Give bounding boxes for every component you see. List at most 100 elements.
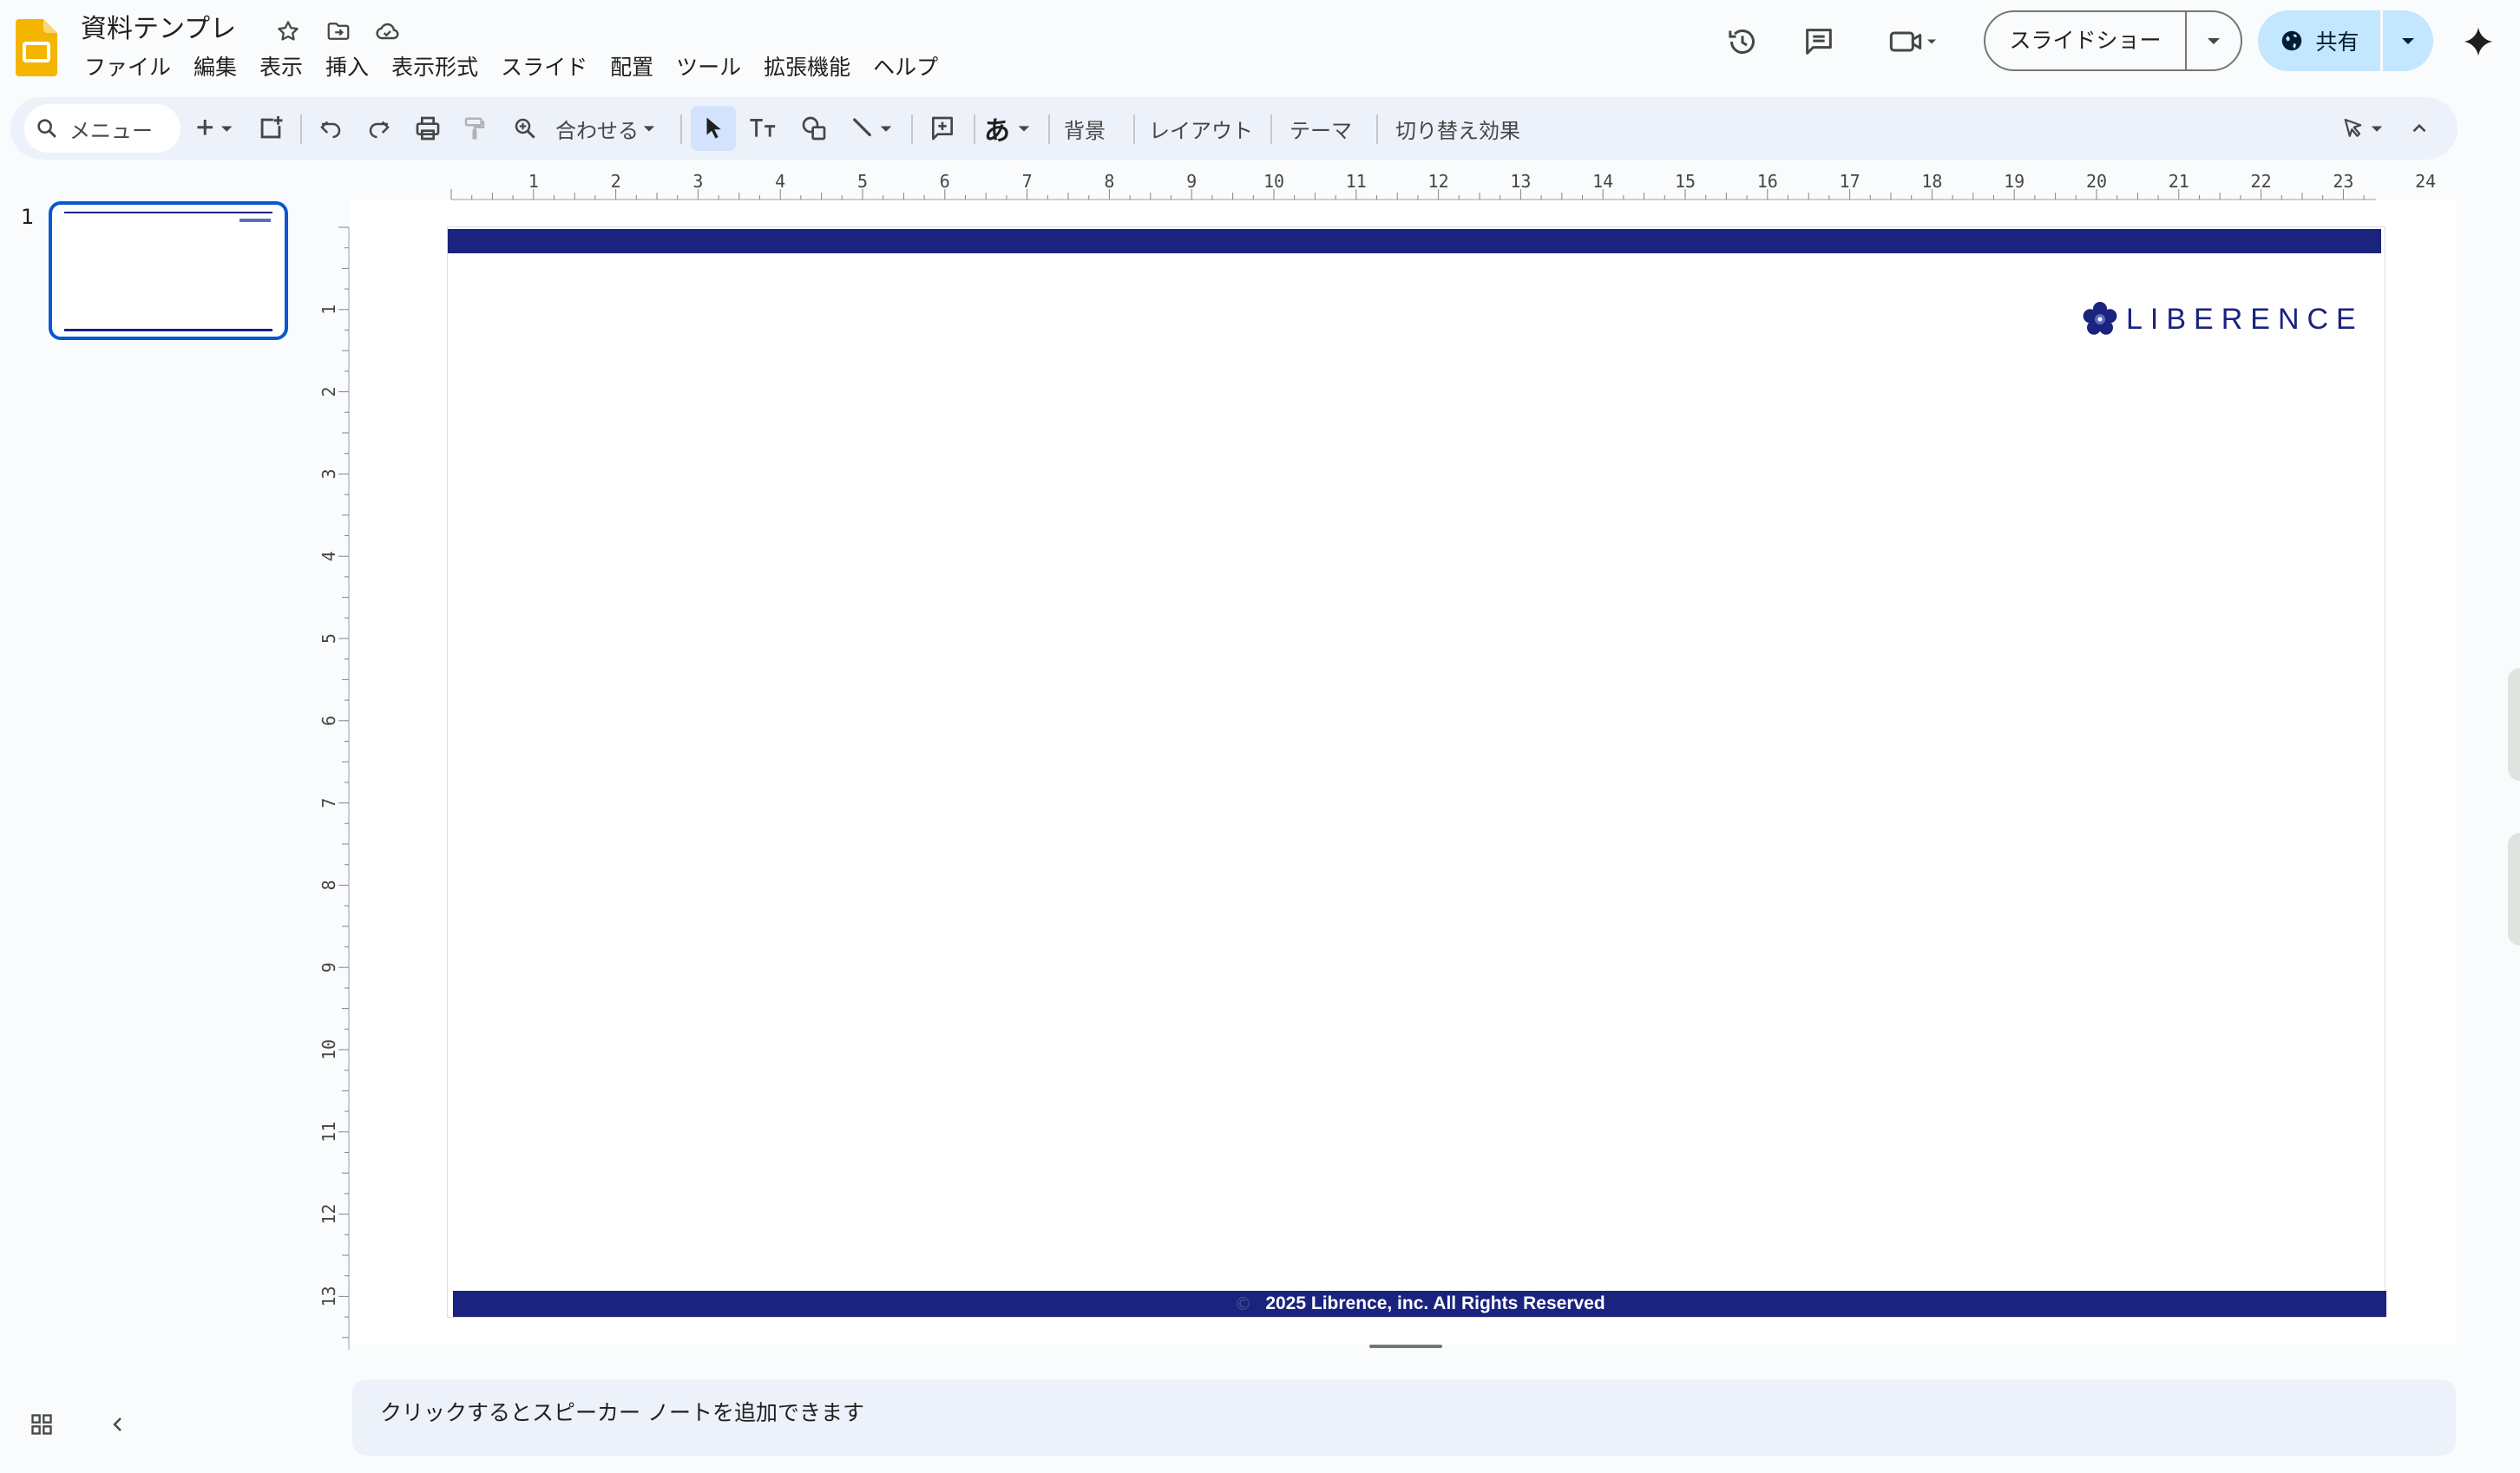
transition-button[interactable]: 切り替え効果 bbox=[1385, 106, 1531, 151]
ruler-label: 8 bbox=[1104, 171, 1114, 192]
ruler-label: 22 bbox=[2251, 171, 2272, 192]
toolbar-divider bbox=[1048, 115, 1050, 144]
slideshow-label[interactable]: スライドショー bbox=[1985, 12, 2185, 69]
slideshow-options-chevron-down-icon[interactable] bbox=[2185, 12, 2241, 69]
folder-move-icon[interactable] bbox=[323, 16, 354, 47]
search-menus-label: メニュー bbox=[69, 118, 153, 143]
ruler-label: 1 bbox=[528, 171, 539, 192]
ruler-label: 20 bbox=[2086, 171, 2107, 192]
video-call-icon[interactable] bbox=[1880, 21, 1949, 62]
horizontal-ruler[interactable]: 1234567891011121314151617181920212223242… bbox=[351, 170, 2456, 201]
toolbar-divider bbox=[1270, 115, 1272, 144]
menu-arrange[interactable]: 配置 bbox=[599, 50, 665, 85]
ruler-label: 13 bbox=[1510, 171, 1531, 192]
theme-button[interactable]: テーマ bbox=[1279, 106, 1362, 151]
grid-view-icon[interactable] bbox=[26, 1409, 57, 1440]
search-menus-input[interactable]: メニュー bbox=[24, 104, 180, 153]
menu-edit[interactable]: 編集 bbox=[182, 50, 248, 85]
pointer-mode-icon[interactable] bbox=[2333, 106, 2395, 151]
speaker-notes-box[interactable]: クリックするとスピーカー ノートを追加できます bbox=[352, 1379, 2456, 1456]
ruler-label: 2 bbox=[611, 171, 621, 192]
slide-footer-text: 2025 Librence, inc. All Rights Reserved bbox=[1265, 1293, 1605, 1313]
undo-icon[interactable] bbox=[309, 106, 352, 151]
redo-icon[interactable] bbox=[358, 106, 401, 151]
ruler-label: 7 bbox=[1022, 171, 1033, 192]
ruler-label: 10 bbox=[321, 1039, 339, 1060]
ruler-label: 12 bbox=[1428, 171, 1449, 192]
share-options-chevron-down-icon[interactable] bbox=[2380, 10, 2433, 71]
ruler-label: 12 bbox=[321, 1204, 339, 1225]
google-slides-logo-icon[interactable] bbox=[16, 19, 57, 76]
new-slide-button[interactable] bbox=[189, 106, 245, 151]
slide-footer-band[interactable]: © 2025 Librence, inc. All Rights Reserve… bbox=[453, 1291, 2386, 1317]
ruler-label: 21 bbox=[2169, 171, 2189, 192]
slide-header-band[interactable] bbox=[448, 229, 2381, 253]
menu-format[interactable]: 表示形式 bbox=[380, 50, 489, 85]
zoom-icon[interactable] bbox=[503, 106, 547, 151]
slide-number: 1 bbox=[21, 205, 35, 229]
ruler-label: 18 bbox=[1921, 171, 1942, 192]
slideshow-button[interactable]: スライドショー bbox=[1984, 10, 2242, 71]
thumbnail-top-band bbox=[64, 212, 272, 213]
slide-logo[interactable]: LIBERENCE bbox=[2081, 300, 2364, 338]
input-tools-label: あ bbox=[984, 116, 1010, 147]
zoom-select[interactable]: 合わせる bbox=[555, 106, 656, 151]
cloud-saved-icon[interactable] bbox=[371, 16, 403, 47]
ruler-label: 5 bbox=[857, 171, 868, 192]
input-tools-button[interactable]: あ bbox=[984, 106, 1031, 151]
vertical-ruler[interactable]: 1234567891011121314 bbox=[321, 201, 351, 1350]
zoom-select-label: 合わせる bbox=[555, 118, 639, 143]
ruler-label: 9 bbox=[321, 962, 339, 972]
layout-button[interactable]: レイアウト bbox=[1139, 106, 1263, 151]
ruler-label: 8 bbox=[321, 880, 339, 890]
collapse-toolbar-chevron-up-icon[interactable] bbox=[2399, 106, 2440, 151]
shape-icon[interactable] bbox=[791, 106, 837, 151]
star-icon[interactable] bbox=[272, 16, 304, 47]
ruler-label: 2 bbox=[321, 387, 339, 397]
gemini-sparkle-icon[interactable] bbox=[2458, 21, 2499, 62]
comments-icon[interactable] bbox=[1798, 21, 1840, 62]
toolbar-divider bbox=[1376, 115, 1378, 144]
background-button[interactable]: 背景 bbox=[1057, 106, 1112, 151]
menu-file[interactable]: ファイル bbox=[73, 50, 182, 85]
menu-view[interactable]: 表示 bbox=[248, 50, 314, 85]
ruler-label: 19 bbox=[2004, 171, 2025, 192]
text-box-icon[interactable] bbox=[741, 106, 786, 151]
ruler-label: 23 bbox=[2333, 171, 2353, 192]
document-title[interactable]: 資料テンプレ bbox=[81, 12, 236, 47]
ruler-label: 15 bbox=[1675, 171, 1696, 192]
toolbar-divider bbox=[1133, 115, 1135, 144]
ruler-label: 11 bbox=[321, 1122, 339, 1142]
chevron-down-icon bbox=[1017, 124, 1031, 133]
select-cursor-icon[interactable] bbox=[691, 106, 736, 151]
menu-help[interactable]: ヘルプ bbox=[862, 50, 949, 85]
add-comment-icon[interactable] bbox=[920, 106, 965, 151]
menu-insert[interactable]: 挿入 bbox=[314, 50, 380, 85]
ruler-label: 4 bbox=[775, 171, 785, 192]
share-button[interactable]: 共有 bbox=[2258, 10, 2433, 71]
ruler-label: 17 bbox=[1840, 171, 1860, 192]
notes-resize-handle[interactable] bbox=[1369, 1345, 1442, 1348]
slide[interactable]: LIBERENCE © 2025 Librence, inc. All Righ… bbox=[448, 227, 2386, 1317]
slide-logo-text: LIBERENCE bbox=[2126, 302, 2364, 336]
ruler-label: 4 bbox=[321, 551, 339, 561]
ruler-label: 6 bbox=[940, 171, 950, 192]
version-history-icon[interactable] bbox=[1722, 21, 1763, 62]
slide-thumbnail[interactable] bbox=[49, 201, 288, 340]
ruler-label: 9 bbox=[1186, 171, 1197, 192]
flower-logo-icon bbox=[2081, 300, 2119, 338]
new-slide-layout-icon[interactable] bbox=[250, 106, 292, 151]
menu-bar: ファイル 編集 表示 挿入 表示形式 スライド 配置 ツール 拡張機能 ヘルプ bbox=[73, 50, 949, 85]
paint-format-icon[interactable] bbox=[453, 106, 496, 151]
toolbar-divider bbox=[911, 115, 913, 144]
menu-extensions[interactable]: 拡張機能 bbox=[752, 50, 862, 85]
chevron-down-icon bbox=[642, 124, 656, 133]
menu-slide[interactable]: スライド bbox=[489, 50, 599, 85]
collapse-panel-chevron-left-icon[interactable] bbox=[102, 1409, 134, 1440]
line-tool-icon[interactable] bbox=[842, 106, 904, 151]
side-panel-tab[interactable] bbox=[2508, 833, 2520, 946]
menu-tools[interactable]: ツール bbox=[665, 50, 752, 85]
print-icon[interactable] bbox=[406, 106, 450, 151]
side-panel-tab[interactable] bbox=[2508, 668, 2520, 781]
ruler-label: 16 bbox=[1757, 171, 1778, 192]
